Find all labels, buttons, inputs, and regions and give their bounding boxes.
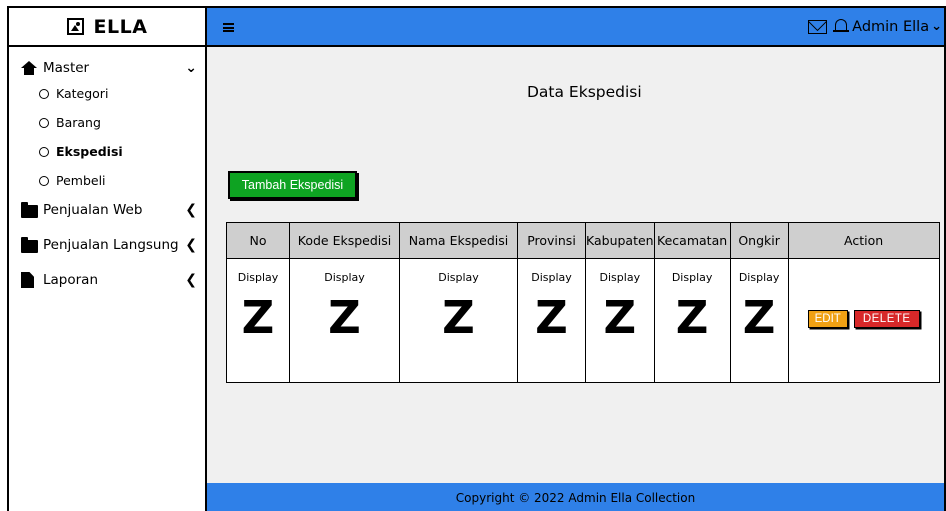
placeholder-glyph: Z [328, 291, 361, 344]
master-submenu: Kategori Barang Ekspedisi Pembeli [9, 79, 205, 195]
sidebar-group-label: Laporan [43, 272, 99, 288]
ekspedisi-table: No Kode Ekspedisi Nama Ekspedisi Provins… [226, 222, 940, 383]
bell-icon[interactable] [833, 17, 850, 36]
sidebar-group-master[interactable]: Master ⌄ [9, 57, 205, 79]
sidebar-nav: Master ⌄ Kategori Barang Ekspedisi Pembe… [9, 47, 205, 291]
topbar-actions: Admin Ella ⌄ [808, 17, 942, 36]
topbar: Admin Ella ⌄ [207, 8, 944, 47]
column-header-ongkir: Ongkir [729, 222, 789, 259]
display-label: Display [438, 271, 479, 284]
folder-icon [21, 236, 38, 253]
table-cell: Display Z [729, 258, 789, 383]
brand-title: ELLA [93, 15, 148, 38]
hamburger-icon[interactable] [223, 23, 234, 32]
table-cell: Display Z [226, 258, 290, 383]
placeholder-glyph: Z [675, 291, 709, 344]
placeholder-glyph: Z [442, 291, 475, 344]
user-menu[interactable]: Admin Ella [852, 19, 929, 35]
chevron-left-icon: ❮ [185, 202, 197, 218]
sidebar-group-laporan[interactable]: Laporan ❮ [9, 269, 205, 291]
table-cell: Display Z [399, 258, 518, 383]
display-label: Display [531, 271, 572, 284]
placeholder-glyph: Z [535, 291, 568, 344]
circle-icon [39, 146, 49, 157]
placeholder-glyph: Z [241, 291, 275, 344]
column-header-kabupaten: Kabupaten [585, 222, 655, 259]
table-cell: Display Z [289, 258, 400, 383]
circle-icon [39, 117, 49, 128]
brand[interactable]: ELLA [9, 8, 205, 47]
column-header-kecamatan: Kecamatan [653, 222, 731, 259]
display-label: Display [324, 271, 365, 284]
column-header-action: Action [787, 222, 940, 259]
chevron-left-icon: ❮ [185, 237, 197, 253]
row-actions: EDIT DELETE [789, 310, 939, 328]
sidebar-item-label: Pembeli [56, 173, 106, 188]
circle-icon [39, 175, 49, 186]
sidebar-group-penjualan-langsung[interactable]: Penjualan Langsung ❮ [9, 234, 205, 256]
envelope-icon[interactable] [808, 19, 828, 34]
display-label: Display [738, 271, 780, 284]
app-frame: ELLA Master ⌄ Kategori Barang Ekspedisi … [7, 6, 946, 511]
sidebar-item-kategori[interactable]: Kategori [39, 79, 205, 108]
footer: Copyright © 2022 Admin Ella Collection [207, 483, 944, 511]
placeholder-glyph: Z [742, 291, 776, 344]
chevron-down-icon: ⌄ [185, 60, 197, 76]
display-label: Display [671, 271, 713, 284]
placeholder-glyph: Z [603, 291, 637, 344]
add-ekspedisi-button[interactable]: Tambah Ekspedisi [228, 171, 357, 199]
sidebar-group-label: Penjualan Langsung [43, 237, 179, 253]
column-header-provinsi: Provinsi [517, 222, 586, 259]
table-cell: Display Z [653, 258, 731, 383]
sidebar-group-penjualan-web[interactable]: Penjualan Web ❮ [9, 199, 205, 221]
column-header-nama: Nama Ekspedisi [399, 222, 518, 259]
action-cell: EDIT DELETE [787, 258, 940, 383]
table-cell: Display Z [585, 258, 655, 383]
file-icon [21, 272, 34, 288]
sidebar-item-label: Barang [56, 115, 101, 130]
chevron-left-icon: ❮ [185, 272, 197, 288]
page-title: Data Ekspedisi [527, 83, 642, 101]
sidebar-item-ekspedisi[interactable]: Ekspedisi [39, 137, 205, 166]
circle-icon [39, 88, 49, 99]
sidebar-item-label: Kategori [56, 86, 109, 101]
table-header-row: No Kode Ekspedisi Nama Ekspedisi Provins… [226, 222, 940, 259]
sidebar-group-label: Penjualan Web [43, 202, 143, 218]
image-icon [66, 18, 84, 35]
copyright-text: Copyright © 2022 Admin Ella Collection [455, 491, 696, 505]
display-label: Display [237, 271, 279, 284]
user-name: Admin Ella [852, 18, 930, 35]
table-cell: Display Z [517, 258, 586, 383]
sidebar-group-label: Master [43, 60, 90, 76]
sidebar-item-pembeli[interactable]: Pembeli [39, 166, 205, 195]
chevron-down-icon[interactable]: ⌄ [931, 19, 942, 34]
sidebar-item-barang[interactable]: Barang [39, 108, 205, 137]
home-icon [21, 61, 37, 75]
sidebar-item-label: Ekspedisi [56, 144, 123, 159]
folder-icon [21, 201, 38, 218]
main-content: Data Ekspedisi Tambah Ekspedisi No Kode … [207, 47, 944, 483]
table-row: Display Z Display Z Display Z Display Z Disp… [226, 258, 940, 383]
sidebar: ELLA Master ⌄ Kategori Barang Ekspedisi … [9, 8, 207, 511]
display-label: Display [599, 271, 641, 284]
delete-button[interactable]: DELETE [853, 310, 920, 328]
column-header-no: No [226, 222, 290, 259]
column-header-kode: Kode Ekspedisi [289, 222, 400, 259]
edit-button[interactable]: EDIT [807, 310, 848, 328]
